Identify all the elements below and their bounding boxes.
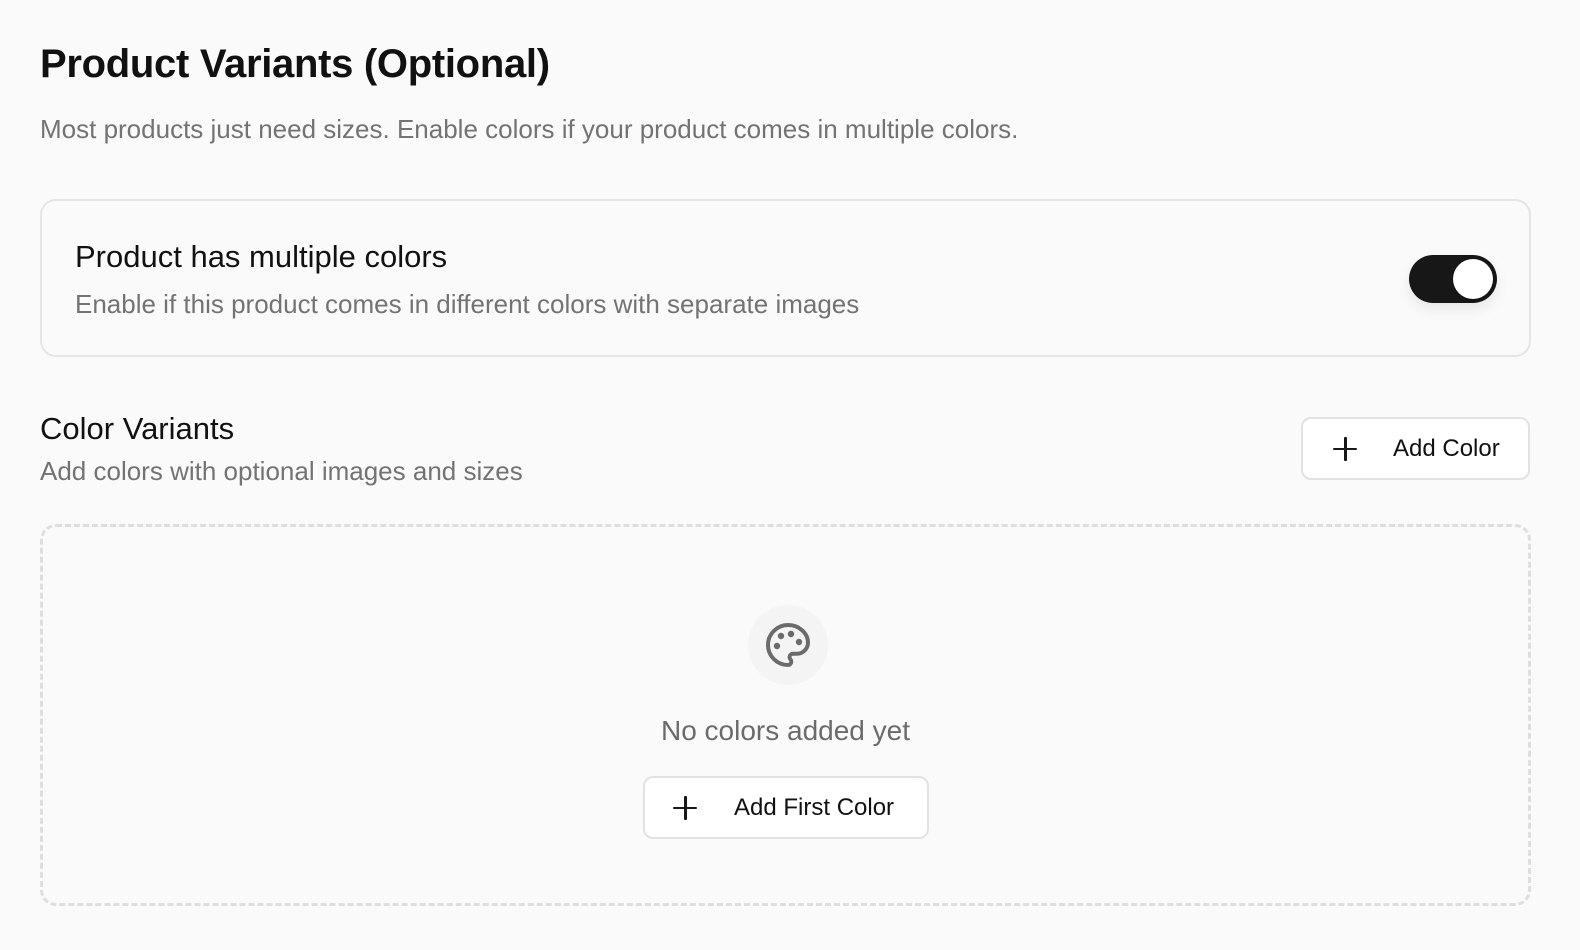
multi-color-toggle-title: Product has multiple colors [75,239,448,274]
palette-icon-container [748,605,828,685]
multi-color-toggle-card: Product has multiple colors Enable if th… [40,199,1531,357]
add-color-button[interactable]: Add Color [1301,417,1530,480]
color-variants-description: Add colors with optional images and size… [40,456,523,486]
add-color-button-label: Add Color [1393,434,1500,462]
add-first-color-button[interactable]: Add First Color [643,776,929,839]
page-subtitle: Most products just need sizes. Enable co… [40,114,1019,144]
plus-icon [671,794,699,822]
toggle-knob [1453,259,1493,299]
palette-icon [766,623,810,667]
color-variants-empty-state: No colors added yet Add First Color [40,524,1531,906]
multi-color-toggle-description: Enable if this product comes in differen… [75,289,860,319]
empty-state-message: No colors added yet [660,715,911,746]
multi-color-toggle-switch[interactable] [1409,255,1497,303]
color-variants-title: Color Variants [40,411,235,446]
plus-icon [1331,435,1359,463]
product-variants-page: Product Variants (Optional) Most product… [0,0,1580,950]
page-title: Product Variants (Optional) [40,42,550,86]
add-first-color-button-label: Add First Color [734,793,895,821]
